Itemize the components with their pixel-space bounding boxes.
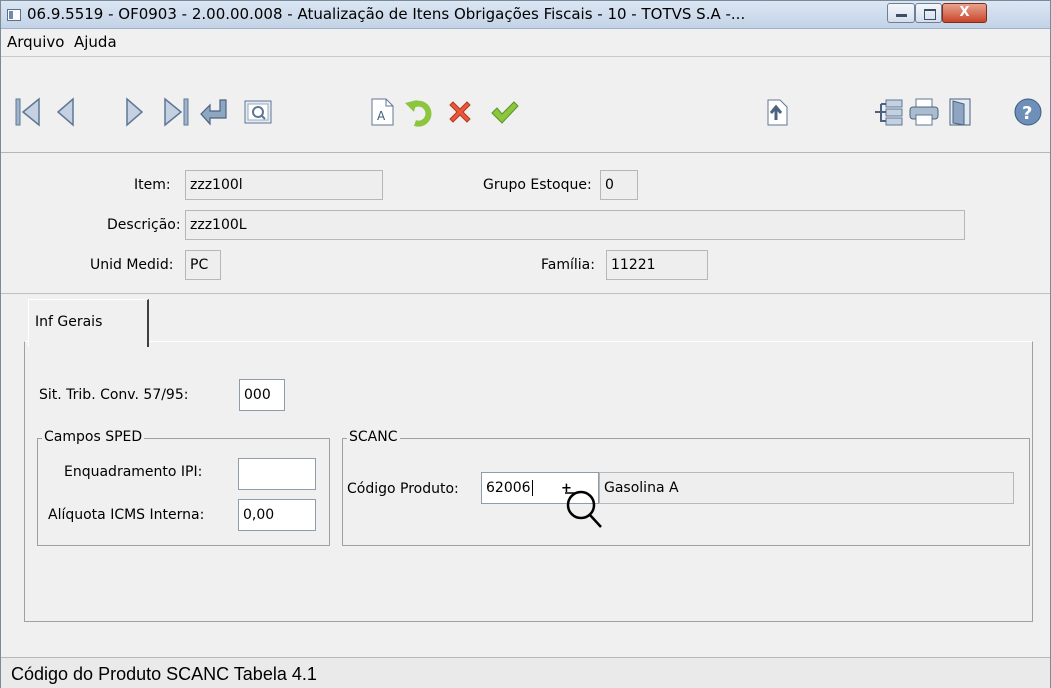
unid-medid-label: Unid Medid:	[90, 257, 174, 273]
previous-record-icon[interactable]	[49, 95, 83, 129]
svg-text:?: ?	[1022, 103, 1032, 124]
print-icon[interactable]	[907, 95, 941, 129]
import-icon[interactable]	[759, 95, 793, 129]
close-button[interactable]: X	[942, 3, 987, 23]
zoom-cursor-icon: +	[557, 479, 617, 539]
grupo-estoque-field[interactable]: 0	[600, 170, 638, 200]
item-label: Item:	[134, 177, 171, 193]
menu-bar	[1, 29, 1050, 57]
codigo-produto-value: 62006	[486, 480, 531, 496]
campos-sped-title: Campos SPED	[42, 429, 145, 445]
maximize-button[interactable]	[915, 3, 942, 23]
cancel-icon[interactable]	[443, 95, 477, 129]
last-record-icon[interactable]	[159, 95, 193, 129]
descricao-label: Descrição:	[107, 217, 181, 233]
help-icon[interactable]: ?	[1011, 95, 1045, 129]
descricao-field[interactable]: zzz100L	[185, 210, 965, 240]
confirm-icon[interactable]	[487, 95, 521, 129]
familia-field[interactable]: 11221	[606, 250, 708, 280]
toolbar: A ?	[1, 57, 1050, 153]
familia-label: Família:	[541, 257, 595, 273]
enquadramento-ipi-label: Enquadramento IPI:	[64, 464, 203, 480]
undo-icon[interactable]	[403, 95, 437, 129]
sit-trib-input[interactable]: 000	[239, 379, 285, 411]
application-window: 06.9.5519 - OF0903 - 2.00.00.008 - Atual…	[0, 0, 1051, 688]
tab-inf-gerais-label: Inf Gerais	[35, 314, 103, 330]
query-icon[interactable]	[872, 95, 906, 129]
codigo-produto-label: Código Produto:	[347, 481, 459, 497]
aliquota-icms-label: Alíquota ICMS Interna:	[48, 507, 205, 523]
go-to-icon[interactable]	[197, 95, 231, 129]
enquadramento-ipi-input[interactable]	[238, 458, 316, 490]
menu-ajuda[interactable]: Ajuda	[74, 33, 117, 51]
aliquota-icms-input[interactable]: 0,00	[238, 499, 316, 531]
exit-icon[interactable]	[943, 95, 977, 129]
search-icon[interactable]	[241, 95, 275, 129]
text-cursor	[531, 480, 533, 496]
svg-text:A: A	[377, 109, 386, 123]
app-icon	[7, 9, 21, 21]
item-field[interactable]: zzz100l	[185, 170, 383, 200]
scanc-title: SCANC	[347, 429, 400, 445]
status-text: Código do Produto SCANC Tabela 4.1	[11, 664, 317, 684]
grupo-estoque-label: Grupo Estoque:	[483, 177, 592, 193]
menu-arquivo[interactable]: Arquivo	[7, 33, 64, 51]
edit-icon[interactable]: A	[366, 95, 400, 129]
first-record-icon[interactable]	[11, 95, 45, 129]
title-bar[interactable]: 06.9.5519 - OF0903 - 2.00.00.008 - Atual…	[1, 1, 1050, 29]
produto-descricao-field: Gasolina A	[599, 472, 1014, 504]
sit-trib-label: Sit. Trib. Conv. 57/95:	[39, 387, 189, 403]
unid-medid-field[interactable]: PC	[185, 250, 221, 280]
window-title: 06.9.5519 - OF0903 - 2.00.00.008 - Atual…	[27, 5, 746, 23]
minimize-button[interactable]	[887, 3, 915, 23]
tab-inf-gerais[interactable]: Inf Gerais	[28, 299, 149, 347]
next-record-icon[interactable]	[117, 95, 151, 129]
status-bar: Código do Produto SCANC Tabela 4.1	[1, 657, 1050, 688]
